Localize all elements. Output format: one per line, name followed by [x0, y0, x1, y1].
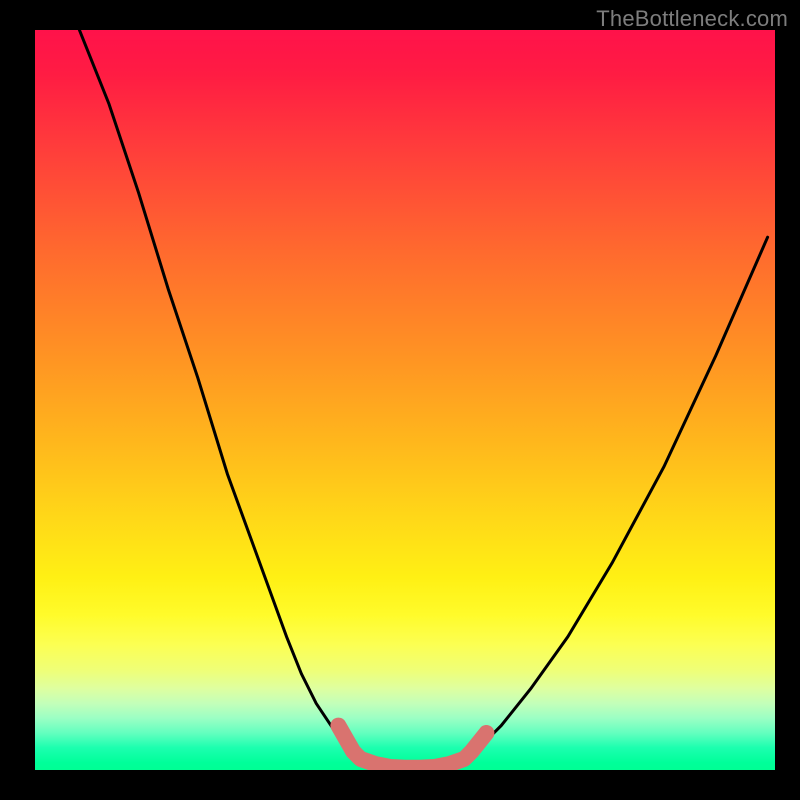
highlight-segment: [338, 726, 486, 768]
chart-container: TheBottleneck.com: [0, 0, 800, 800]
curve-overlay: [35, 30, 775, 770]
watermark-text: TheBottleneck.com: [596, 6, 788, 32]
plot-area: [35, 30, 775, 770]
left-curve: [79, 30, 360, 759]
right-curve: [464, 237, 767, 759]
